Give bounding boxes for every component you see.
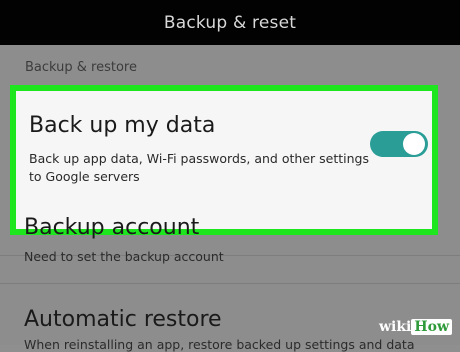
backup-account-title: Backup account <box>24 215 200 240</box>
section-header: Backup & restore <box>25 60 137 75</box>
back-up-my-data-title: Back up my data <box>29 113 216 138</box>
automatic-restore-title: Automatic restore <box>24 307 222 332</box>
divider <box>0 283 460 284</box>
back-up-my-data-description: Back up app data, Wi-Fi passwords, and o… <box>29 151 369 184</box>
back-up-my-data-item[interactable]: Back up my data Back up app data, Wi-Fi … <box>10 85 438 235</box>
watermark-how: How <box>411 319 452 335</box>
settings-content: Backup & restore Back up my data Back up… <box>0 45 460 352</box>
wikihow-watermark: wiki How <box>379 319 452 335</box>
back-up-my-data-toggle[interactable] <box>370 131 428 157</box>
backup-account-subtitle: Need to set the backup account <box>24 249 224 264</box>
watermark-wiki: wiki <box>378 319 412 335</box>
toggle-thumb <box>403 133 425 155</box>
page-title: Backup & reset <box>163 12 297 33</box>
title-bar: Backup & reset <box>0 0 460 45</box>
